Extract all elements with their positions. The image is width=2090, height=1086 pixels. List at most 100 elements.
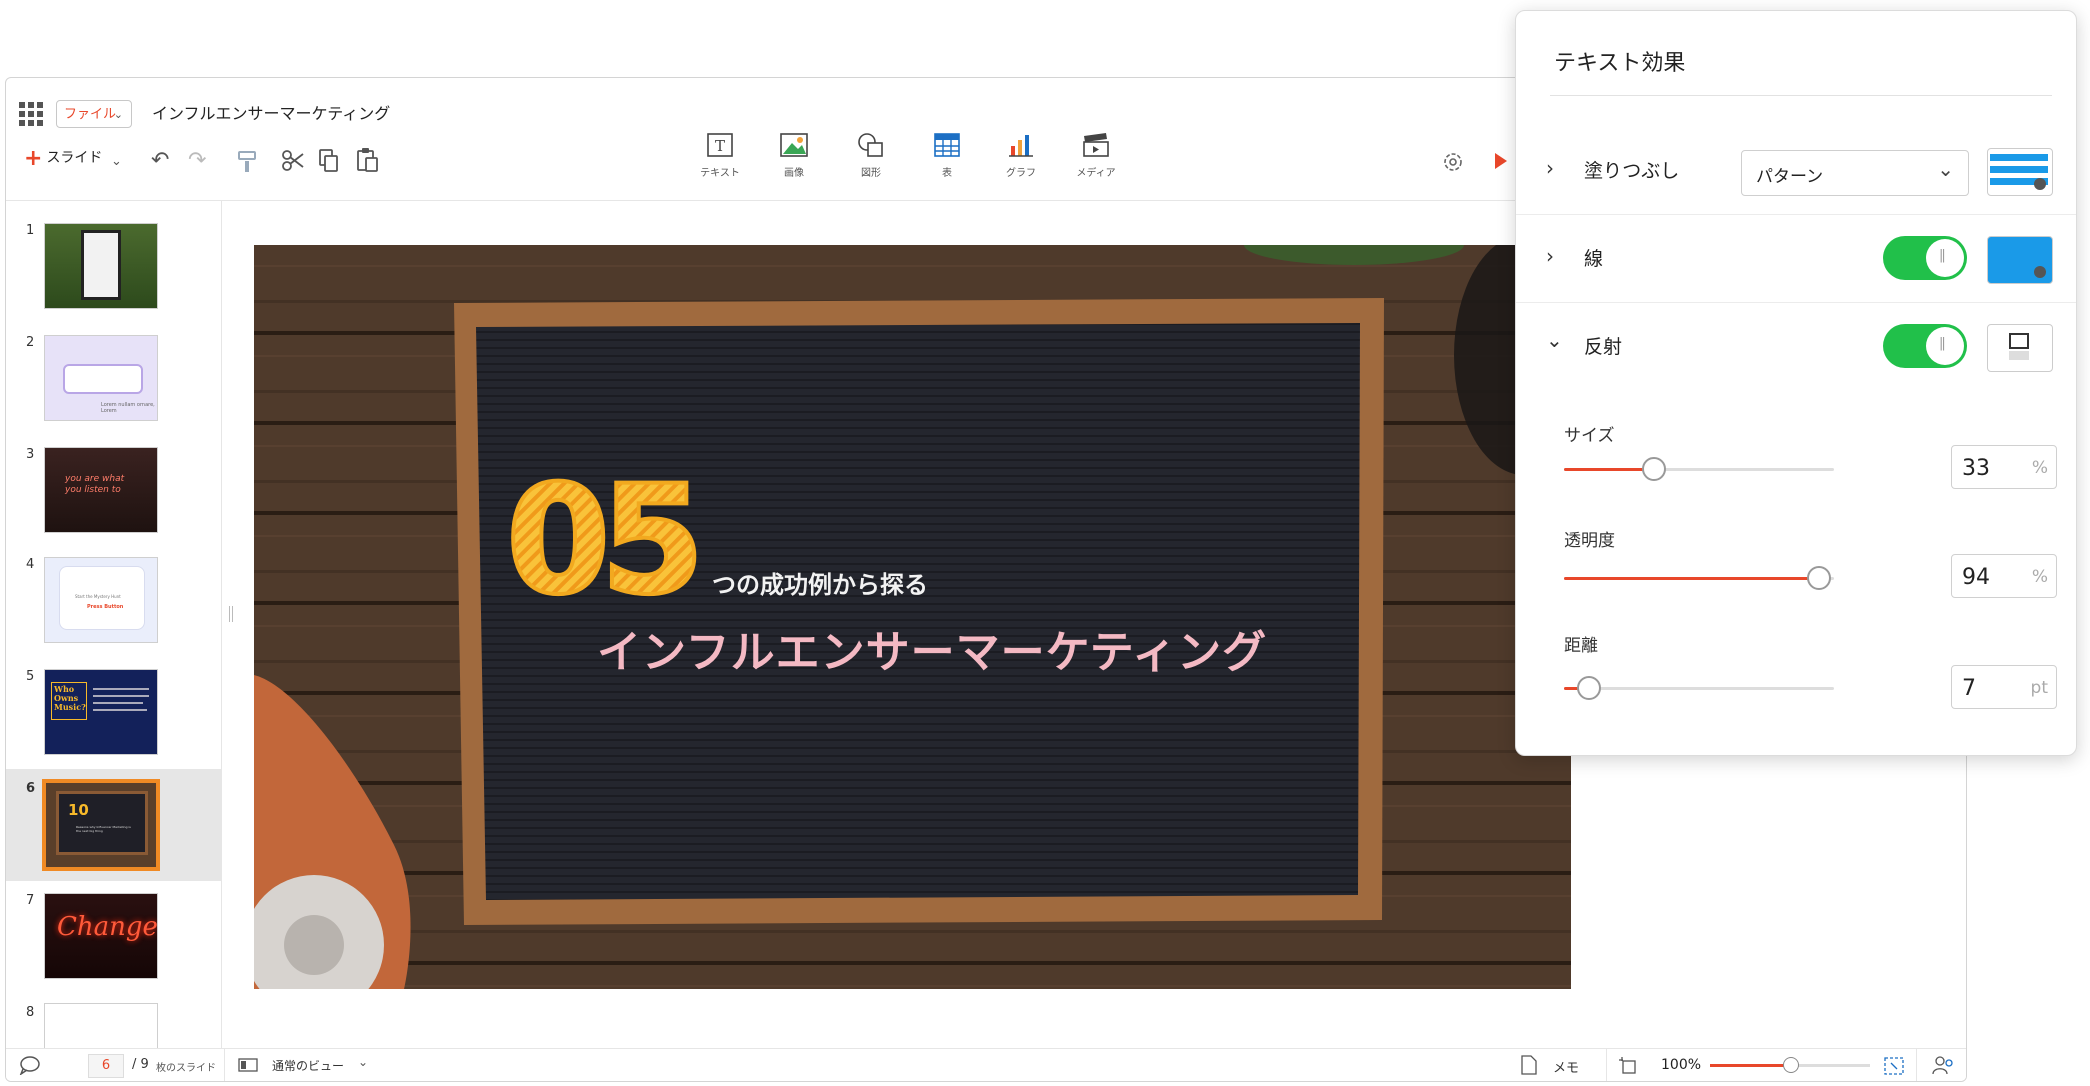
distance-slider[interactable] [1564, 676, 1834, 700]
slide-thumbnail-item[interactable]: 4 Start the Mystery Hunt Press Button [6, 547, 221, 657]
view-mode-icon[interactable] [238, 1058, 258, 1072]
reflection-toggle[interactable] [1883, 324, 1967, 368]
insert-media-button[interactable]: メディア [1061, 132, 1131, 179]
slide-number: 6 [26, 781, 36, 796]
distance-input[interactable]: 7 pt [1951, 665, 2057, 709]
slide-dropdown-chevron-icon[interactable]: ⌄ [111, 150, 122, 174]
transparency-slider-knob[interactable] [1807, 566, 1831, 590]
paint-format-icon[interactable] [236, 150, 258, 174]
slide-1-thumbnail [44, 223, 158, 309]
big-number-05[interactable]: 05 [504, 470, 709, 605]
slide-thumbnail-item[interactable]: 7 Change [6, 883, 221, 993]
slide-thumbnail-item[interactable]: 8 [6, 995, 221, 1057]
zoom-slider-knob[interactable] [1783, 1057, 1799, 1073]
chevron-down-icon[interactable]: ⌄ [1546, 328, 1563, 352]
divider [1550, 95, 2052, 96]
fit-slide-icon[interactable] [1618, 1056, 1638, 1076]
thumb-small-text: Start the Mystery Hunt [75, 594, 121, 599]
whiteboard-image [81, 230, 121, 300]
notes-icon[interactable] [1521, 1055, 1537, 1075]
add-slide-button[interactable]: + スライド [24, 146, 102, 171]
chat-icon[interactable] [19, 1055, 41, 1075]
text-box-icon: T [707, 133, 733, 157]
slide-number: 4 [26, 557, 35, 572]
slide-thumbnail-item[interactable]: 2 Lorem nullam ornare, Lorem [6, 323, 221, 433]
cut-icon[interactable] [281, 149, 305, 173]
slide-number: 2 [26, 335, 35, 350]
insert-shape-button[interactable]: 図形 [836, 132, 906, 179]
distance-slider-knob[interactable] [1577, 676, 1601, 700]
app-grid-icon[interactable] [19, 102, 43, 126]
collaborators-icon[interactable] [1932, 1055, 1956, 1075]
stroke-toggle[interactable] [1883, 236, 1967, 280]
fill-type-select[interactable]: パターン ⌄ [1741, 150, 1969, 196]
zoom-slider[interactable] [1710, 1057, 1870, 1073]
size-slider-knob[interactable] [1642, 457, 1666, 481]
add-slide-label: スライド [46, 150, 103, 166]
insert-table-button[interactable]: 表 [912, 132, 982, 179]
text-line [93, 688, 149, 690]
transparency-slider[interactable] [1564, 566, 1834, 590]
divider [1606, 1049, 1607, 1081]
transparency-input[interactable]: 94 % [1951, 554, 2057, 598]
reflection-label: 反射 [1584, 336, 1623, 358]
insert-text-label: テキスト [700, 168, 740, 179]
slide-thumbnail-item-selected[interactable]: 6 10 Reasons why Influencer Marketing is… [6, 769, 221, 881]
fill-type-value: パターン [1756, 167, 1824, 187]
divider [1916, 1049, 1917, 1081]
file-menu-button[interactable]: ファイル ⌄ [56, 100, 132, 128]
transparency-slider-fill [1564, 577, 1818, 580]
slide-thumbnail-item[interactable]: 3 you are what you listen to [6, 435, 221, 545]
play-icon[interactable] [1494, 152, 1508, 170]
slide-thumbnail-item[interactable]: 5 Who Owns Music? [6, 657, 221, 767]
insert-chart-label: グラフ [1006, 168, 1036, 179]
slide-canvas[interactable]: 05 つの成功例から探る インフルエンサーマーケティング [254, 245, 1571, 989]
document-title[interactable]: インフルエンサーマーケティング [152, 100, 390, 128]
text-effects-panel: テキスト効果 › 塗りつぶし パターン ⌄ › 線 ⌄ 反射 [1515, 10, 2077, 756]
reflection-preview-icon [2009, 333, 2029, 349]
chart-icon [1009, 135, 1033, 157]
insert-image-button[interactable]: 画像 [759, 132, 829, 179]
big-number-text: 05 [506, 470, 695, 605]
slide-number: 5 [26, 669, 35, 684]
insert-text-button[interactable]: T テキスト [685, 132, 755, 179]
view-mode-label[interactable]: 通常のビュー [272, 1057, 344, 1074]
slide-subtitle[interactable]: つの成功例から探る [712, 565, 928, 600]
thumb-title: Who Owns Music? [54, 684, 86, 712]
copy-icon[interactable] [318, 148, 340, 174]
text-line [93, 695, 149, 697]
reflection-section[interactable]: ⌄ 反射 [1516, 302, 2076, 390]
insert-chart-button[interactable]: グラフ [986, 132, 1056, 179]
fit-to-window-icon[interactable] [1884, 1057, 1904, 1075]
fill-section[interactable]: › 塗りつぶし パターン ⌄ [1516, 126, 2076, 215]
size-input[interactable]: 33 % [1951, 445, 2057, 489]
distance-unit: pt [2030, 678, 2048, 698]
distance-value: 7 [1962, 676, 1976, 701]
slides-suffix: 枚のスライド [156, 1063, 216, 1074]
undo-icon[interactable]: ↶ [151, 149, 169, 173]
notes-label[interactable]: メモ [1553, 1057, 1579, 1076]
slide-3-thumbnail: you are what you listen to [44, 447, 158, 533]
redo-icon[interactable]: ↷ [188, 149, 206, 173]
chevron-right-icon[interactable]: › [1546, 156, 1554, 180]
settings-gear-icon[interactable] [1441, 150, 1465, 174]
distance-label: 距離 [1564, 636, 1598, 656]
chevron-down-icon[interactable]: ⌄ [358, 1055, 368, 1069]
size-slider[interactable] [1564, 457, 1834, 481]
insert-shape-label: 図形 [861, 168, 881, 179]
stroke-color-swatch[interactable] [1987, 236, 2053, 284]
slide-thumbnail-item[interactable]: 1 [6, 211, 221, 321]
divider [224, 1049, 225, 1081]
thumb-number: 10 [68, 801, 89, 819]
reflection-style-button[interactable] [1987, 324, 2053, 372]
transparency-unit: % [2031, 567, 2048, 587]
fill-pattern-swatch[interactable] [1987, 148, 2053, 196]
toggle-knob [1926, 327, 1964, 365]
panel-resize-handle[interactable] [229, 606, 233, 622]
stroke-section[interactable]: › 線 [1516, 214, 2076, 303]
chevron-right-icon[interactable]: › [1546, 244, 1554, 268]
current-slide-input[interactable]: 6 [88, 1054, 124, 1078]
paste-icon[interactable] [356, 147, 380, 173]
slide-title[interactable]: インフルエンサーマーケティング [597, 616, 1267, 680]
chevron-down-icon: ⌄ [1937, 157, 1954, 181]
